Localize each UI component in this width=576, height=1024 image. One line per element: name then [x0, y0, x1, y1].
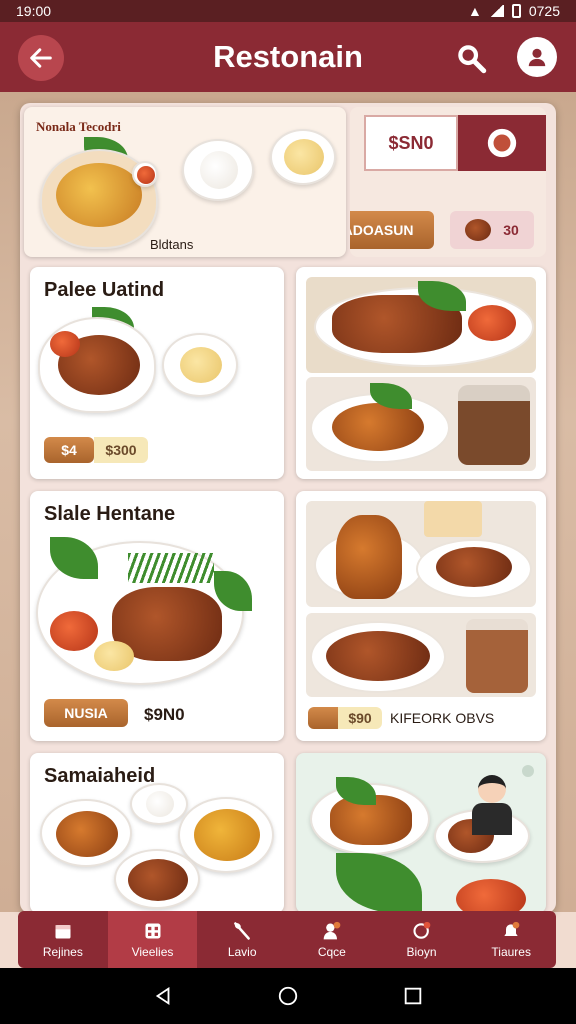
- chef-illustration: [470, 775, 514, 835]
- battery-icon: [511, 4, 521, 18]
- status-time: 19:00: [16, 3, 52, 19]
- dish-title-2: Slale Hentane: [44, 503, 176, 525]
- grid-icon: [143, 921, 163, 941]
- nav-item-tiaures[interactable]: Tiaures: [466, 911, 556, 968]
- system-recents-icon[interactable]: [402, 985, 424, 1007]
- rice-plate-image: [130, 783, 188, 825]
- nav-item-lavio[interactable]: Lavio: [197, 911, 287, 968]
- nav-label: Lavio: [227, 944, 257, 959]
- nav-item-rejines[interactable]: Rejines: [18, 911, 108, 968]
- meat-plate-image: [114, 849, 200, 909]
- dish-title-1: Palee Uatind: [44, 279, 165, 301]
- hero-banner[interactable]: Nonala Tecodri Bldtans: [24, 107, 346, 257]
- mash-plate-image: [162, 333, 238, 397]
- dish-price-2: $9N0: [144, 705, 185, 724]
- menu-panel: Nonala Tecodri Bldtans $SN0 KADOASUN 30 …: [20, 103, 556, 913]
- nav-item-vieelies[interactable]: Vieelies: [107, 911, 198, 968]
- user-icon: [528, 48, 546, 67]
- bell-icon: [501, 921, 521, 941]
- wifi-icon: ▲: [467, 3, 482, 19]
- status-bar: 19:00 ▲ 0725: [0, 0, 576, 22]
- grilled-chicken-image: [306, 277, 536, 373]
- dish-card-1[interactable]: Palee Uatind $4 $300: [30, 267, 284, 479]
- beef-and-tea-image: [306, 613, 536, 697]
- noodles: [56, 163, 142, 227]
- dish-photo-card-2[interactable]: $90 KIFEORK OBVS: [296, 491, 546, 741]
- system-back-icon[interactable]: [152, 985, 174, 1007]
- hero-caption: Bldtans: [150, 237, 194, 252]
- system-nav-bar: [0, 968, 576, 1024]
- fried-chicken-image: [306, 501, 536, 607]
- location-icon: [412, 921, 432, 941]
- dish-price-1: $300: [94, 437, 148, 463]
- signal-icon: [489, 5, 504, 17]
- nav-label: Rejines: [42, 944, 83, 959]
- small-price-chip[interactable]: 30: [450, 211, 534, 249]
- dish-badge-1: $4: [44, 437, 94, 463]
- mash-plate-image: [270, 129, 336, 185]
- app-bar: Restonain: [0, 22, 576, 92]
- hero-side-panel: $SN0 KADOASUN 30: [350, 107, 546, 257]
- dish-title-3: Samaiaheid: [44, 765, 156, 787]
- nav-item-cqce[interactable]: Cqce: [287, 911, 377, 968]
- price-label: $SN0: [364, 115, 458, 171]
- search-button[interactable]: [450, 37, 492, 79]
- bowl-icon: [487, 128, 517, 158]
- nav-item-bioyn[interactable]: Bioyn: [377, 911, 467, 968]
- rice-and-drink-image: [306, 377, 536, 471]
- sauce-bowl-image: [132, 161, 158, 187]
- app-title: Restonain: [213, 39, 363, 74]
- chicken-plate-image: [40, 799, 132, 867]
- order-button[interactable]: KADOASUN: [350, 211, 434, 249]
- system-home-icon[interactable]: [277, 985, 299, 1007]
- search-icon: [458, 45, 487, 74]
- rice-plate-image: [182, 139, 254, 201]
- status-right-text: 0725: [528, 3, 560, 19]
- curry-bowl-image: [38, 317, 156, 413]
- nav-label: Tiaures: [491, 944, 531, 959]
- chef-icon: [322, 921, 342, 941]
- nav-label: Cqce: [317, 944, 346, 959]
- hero-title: Nonala Tecodri: [36, 119, 121, 134]
- dish-badge-3: $90: [338, 707, 382, 729]
- nav-label: Vieelies: [131, 944, 174, 959]
- bottom-nav: Rejines Vieelies Lavio Cqce Bioyn Tiaure…: [18, 911, 556, 968]
- dish-card-3[interactable]: Samaiaheid: [30, 753, 284, 913]
- dot-indicator: [522, 765, 534, 777]
- back-arrow-icon: [30, 48, 52, 68]
- dish-label-3: KIFEORK OBVS: [390, 710, 495, 726]
- tag-icon: [308, 707, 338, 729]
- dish-photo-card-1[interactable]: [296, 267, 546, 479]
- utensils-icon: [232, 921, 252, 941]
- dish-thumb-icon: [465, 219, 492, 241]
- sambal-dish-image: [456, 879, 526, 913]
- calendar-icon: [53, 921, 73, 941]
- small-price-text: 30: [503, 222, 519, 238]
- back-button[interactable]: [18, 35, 64, 81]
- dish-badge-2: NUSIA: [44, 699, 128, 727]
- dish-card-2[interactable]: Slale Hentane NUSIA $9N0: [30, 491, 284, 741]
- dish-photo-card-3[interactable]: [296, 753, 546, 913]
- nav-label: Bioyn: [406, 944, 437, 959]
- menu-badge-button[interactable]: [458, 115, 546, 171]
- status-icons: ▲ 0725: [468, 3, 560, 19]
- profile-button[interactable]: [517, 37, 557, 77]
- banana-leaf-image: [336, 853, 422, 913]
